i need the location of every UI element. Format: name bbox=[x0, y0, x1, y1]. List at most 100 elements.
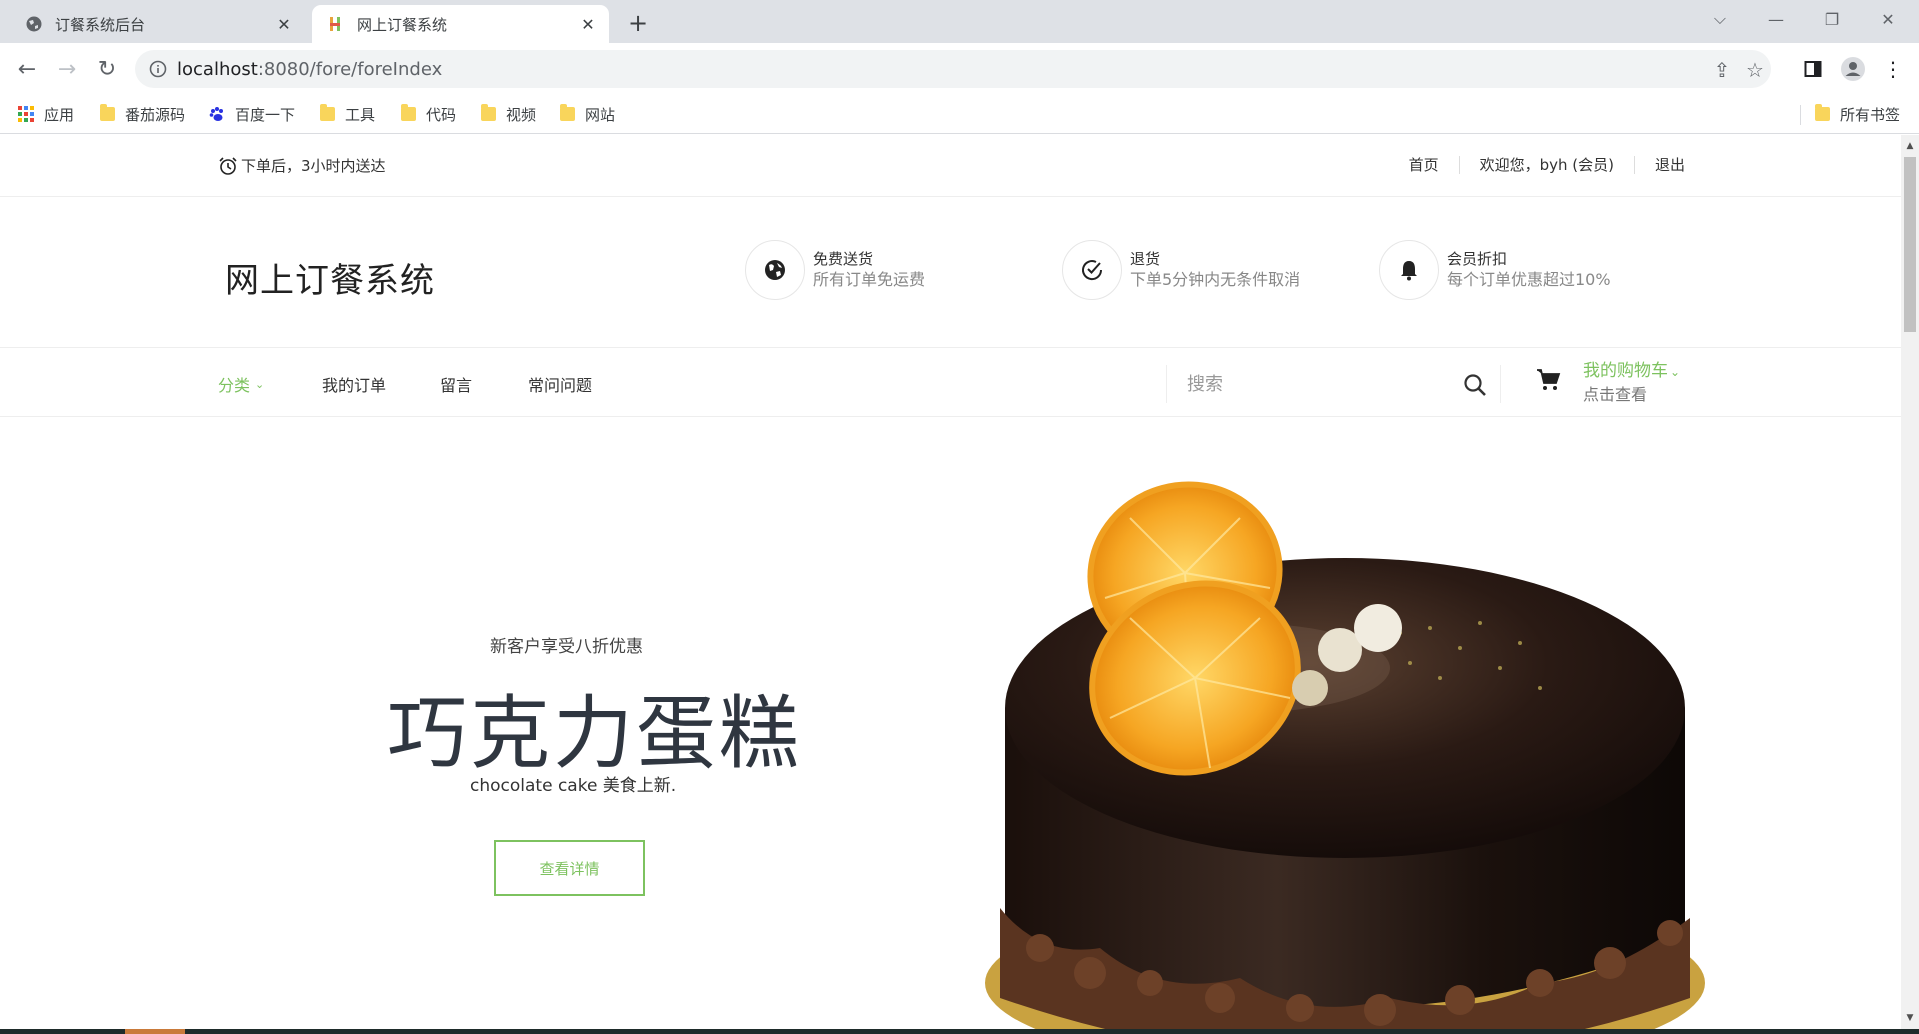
hero-subtitle: 新客户享受八折优惠 bbox=[490, 637, 643, 657]
close-icon[interactable]: ✕ bbox=[577, 13, 599, 35]
address-bar[interactable]: localhost:8080/fore/foreIndex ⇪ ☆ bbox=[135, 50, 1771, 88]
all-bookmarks-label: 所有书签 bbox=[1840, 105, 1901, 124]
search-icon[interactable] bbox=[1462, 372, 1488, 398]
main-nav: 分类 ⌄ 我的订单 留言 常问问题 我的购物车⌄ 点击查看 bbox=[0, 349, 1901, 417]
all-bookmarks[interactable]: 所有书签 bbox=[1815, 103, 1900, 125]
bookmark-label: 视频 bbox=[506, 105, 537, 124]
nav-messages[interactable]: 留言 bbox=[440, 372, 472, 396]
url-text[interactable]: localhost:8080/fore/foreIndex bbox=[177, 59, 442, 80]
restore-icon[interactable]: ❐ bbox=[1804, 0, 1860, 38]
delivery-promise-text: 下单后，3小时内送达 bbox=[241, 157, 386, 175]
tab-search-chevron-icon[interactable]: ⌵ bbox=[1692, 0, 1748, 38]
minimize-icon[interactable]: — bbox=[1748, 0, 1804, 38]
browser-tab-bar: 订餐系统后台 ✕ 网上订餐系统 ✕ + ⌵ — ❐ ✕ bbox=[0, 0, 1919, 43]
top-links: 首页 欢迎您，byh (会员) 退出 bbox=[1409, 154, 1685, 175]
page-scrollbar[interactable]: ▲ ▼ bbox=[1901, 135, 1919, 1029]
view-details-button[interactable]: 查看详情 bbox=[494, 840, 645, 896]
feature-title: 免费送货 bbox=[813, 250, 874, 268]
site-favicon bbox=[327, 15, 345, 33]
globe-icon bbox=[25, 15, 43, 33]
info-icon[interactable] bbox=[149, 60, 167, 78]
star-icon[interactable]: ☆ bbox=[1744, 58, 1766, 82]
site-header: 网上订餐系统 免费送货 所有订单免运费 退货 下单5分钟内无条件取消 会员折扣 … bbox=[0, 198, 1901, 348]
delivery-promise: 下单后，3小时内送达 bbox=[218, 155, 386, 176]
hero-banner: 新客户享受八折优惠 巧克力蛋糕 chocolate cake 美食上新. 查看详… bbox=[0, 418, 1901, 1029]
feature-free-delivery: 免费送货 所有订单免运费 bbox=[745, 240, 925, 300]
bookmark-label: 番茄源码 bbox=[125, 105, 186, 124]
cart-title: 我的购物车 bbox=[1583, 361, 1668, 381]
bookmark-tools[interactable]: 工具 bbox=[320, 103, 375, 125]
share-icon[interactable]: ⇪ bbox=[1711, 58, 1733, 82]
chevron-down-icon: ⌄ bbox=[255, 377, 265, 391]
folder-icon bbox=[100, 104, 115, 121]
site-logo[interactable]: 网上订餐系统 bbox=[225, 253, 435, 302]
cart-icon[interactable] bbox=[1535, 367, 1561, 393]
browser-tab-admin[interactable]: 订餐系统后台 ✕ bbox=[10, 5, 305, 43]
feature-member-discount: 会员折扣 每个订单优惠超过10% bbox=[1379, 240, 1611, 300]
divider bbox=[1633, 155, 1635, 174]
page-viewport: 下单后，3小时内送达 首页 欢迎您，byh (会员) 退出 网上订餐系统 免费送… bbox=[0, 135, 1901, 1029]
nav-my-orders[interactable]: 我的订单 bbox=[322, 372, 386, 396]
top-info-bar: 下单后，3小时内送达 首页 欢迎您，byh (会员) 退出 bbox=[0, 135, 1901, 197]
bookmarks-bar: 应用 番茄源码 百度一下 工具 代码 视频 网站 所有书签 bbox=[0, 95, 1919, 134]
tab-title: 订餐系统后台 bbox=[55, 15, 146, 34]
chevron-down-icon: ⌄ bbox=[1670, 365, 1681, 379]
search-box bbox=[1166, 365, 1501, 403]
browser-tab-shop[interactable]: 网上订餐系统 ✕ bbox=[312, 5, 609, 43]
bookmark-code[interactable]: 代码 bbox=[401, 103, 456, 125]
bookmark-divider bbox=[1800, 105, 1801, 125]
side-panel-icon[interactable] bbox=[1800, 56, 1826, 82]
feature-title: 会员折扣 bbox=[1447, 250, 1508, 268]
folder-icon bbox=[320, 104, 335, 121]
nav-category-label: 分类 bbox=[218, 376, 251, 395]
taskbar-active-indicator bbox=[125, 1029, 185, 1034]
back-arrow-icon[interactable]: ← bbox=[11, 53, 43, 85]
feature-desc: 每个订单优惠超过10% bbox=[1447, 270, 1611, 289]
bell-icon bbox=[1379, 240, 1439, 300]
apps-grid-icon bbox=[18, 106, 34, 122]
feature-returns: 退货 下单5分钟内无条件取消 bbox=[1062, 240, 1300, 300]
os-taskbar-edge bbox=[0, 1029, 1919, 1034]
search-input[interactable] bbox=[1187, 371, 1447, 397]
bookmark-baidu[interactable]: 百度一下 bbox=[209, 103, 295, 125]
new-tab-plus-icon[interactable]: + bbox=[624, 9, 652, 37]
tab-title: 网上订餐系统 bbox=[357, 15, 448, 34]
bookmark-apps[interactable]: 应用 bbox=[18, 103, 74, 125]
logout-link[interactable]: 退出 bbox=[1655, 154, 1685, 175]
scroll-down-icon[interactable]: ▼ bbox=[1905, 1013, 1915, 1023]
bookmark-label: 代码 bbox=[426, 105, 457, 124]
bookmark-label: 工具 bbox=[345, 105, 376, 124]
baidu-paw-icon bbox=[209, 107, 223, 121]
bookmark-label: 百度一下 bbox=[235, 105, 296, 124]
forward-arrow-icon[interactable]: → bbox=[51, 53, 83, 85]
folder-icon bbox=[481, 104, 496, 121]
scroll-up-icon[interactable]: ▲ bbox=[1905, 141, 1915, 151]
nav-category-dropdown[interactable]: 分类 ⌄ bbox=[218, 372, 264, 396]
chocolate-cake-image bbox=[985, 481, 1705, 1029]
reload-icon[interactable]: ↻ bbox=[91, 53, 123, 85]
bookmark-video[interactable]: 视频 bbox=[481, 103, 536, 125]
nav-faq[interactable]: 常问问题 bbox=[528, 372, 592, 396]
folder-icon bbox=[560, 104, 575, 121]
bookmark-label: 网站 bbox=[585, 105, 616, 124]
folder-icon bbox=[401, 104, 416, 121]
my-cart-link[interactable]: 我的购物车 ⌄ 点击查看 bbox=[1583, 359, 1680, 406]
welcome-user-text[interactable]: 欢迎您，byh (会员) bbox=[1480, 154, 1614, 175]
feature-desc: 所有订单免运费 bbox=[813, 270, 926, 289]
hero-title: 巧克力蛋糕 bbox=[387, 687, 802, 780]
menu-kebab-icon[interactable]: ⋮ bbox=[1880, 56, 1906, 82]
home-link[interactable]: 首页 bbox=[1409, 154, 1439, 175]
browser-toolbar: ← → ↻ localhost:8080/fore/foreIndex ⇪ ☆ … bbox=[0, 43, 1919, 95]
scrollbar-thumb[interactable] bbox=[1904, 157, 1916, 332]
alarm-clock-icon bbox=[219, 156, 237, 175]
window-close-icon[interactable]: ✕ bbox=[1860, 0, 1916, 38]
divider bbox=[1458, 155, 1460, 174]
check-circle-icon bbox=[1062, 240, 1122, 300]
feature-title: 退货 bbox=[1130, 250, 1161, 268]
bookmark-fanqie[interactable]: 番茄源码 bbox=[100, 103, 185, 125]
cart-subtitle: 点击查看 bbox=[1583, 385, 1648, 404]
profile-avatar-icon[interactable] bbox=[1840, 56, 1866, 82]
close-icon[interactable]: ✕ bbox=[273, 13, 295, 35]
bookmark-sites[interactable]: 网站 bbox=[560, 103, 615, 125]
globe-icon bbox=[745, 240, 805, 300]
